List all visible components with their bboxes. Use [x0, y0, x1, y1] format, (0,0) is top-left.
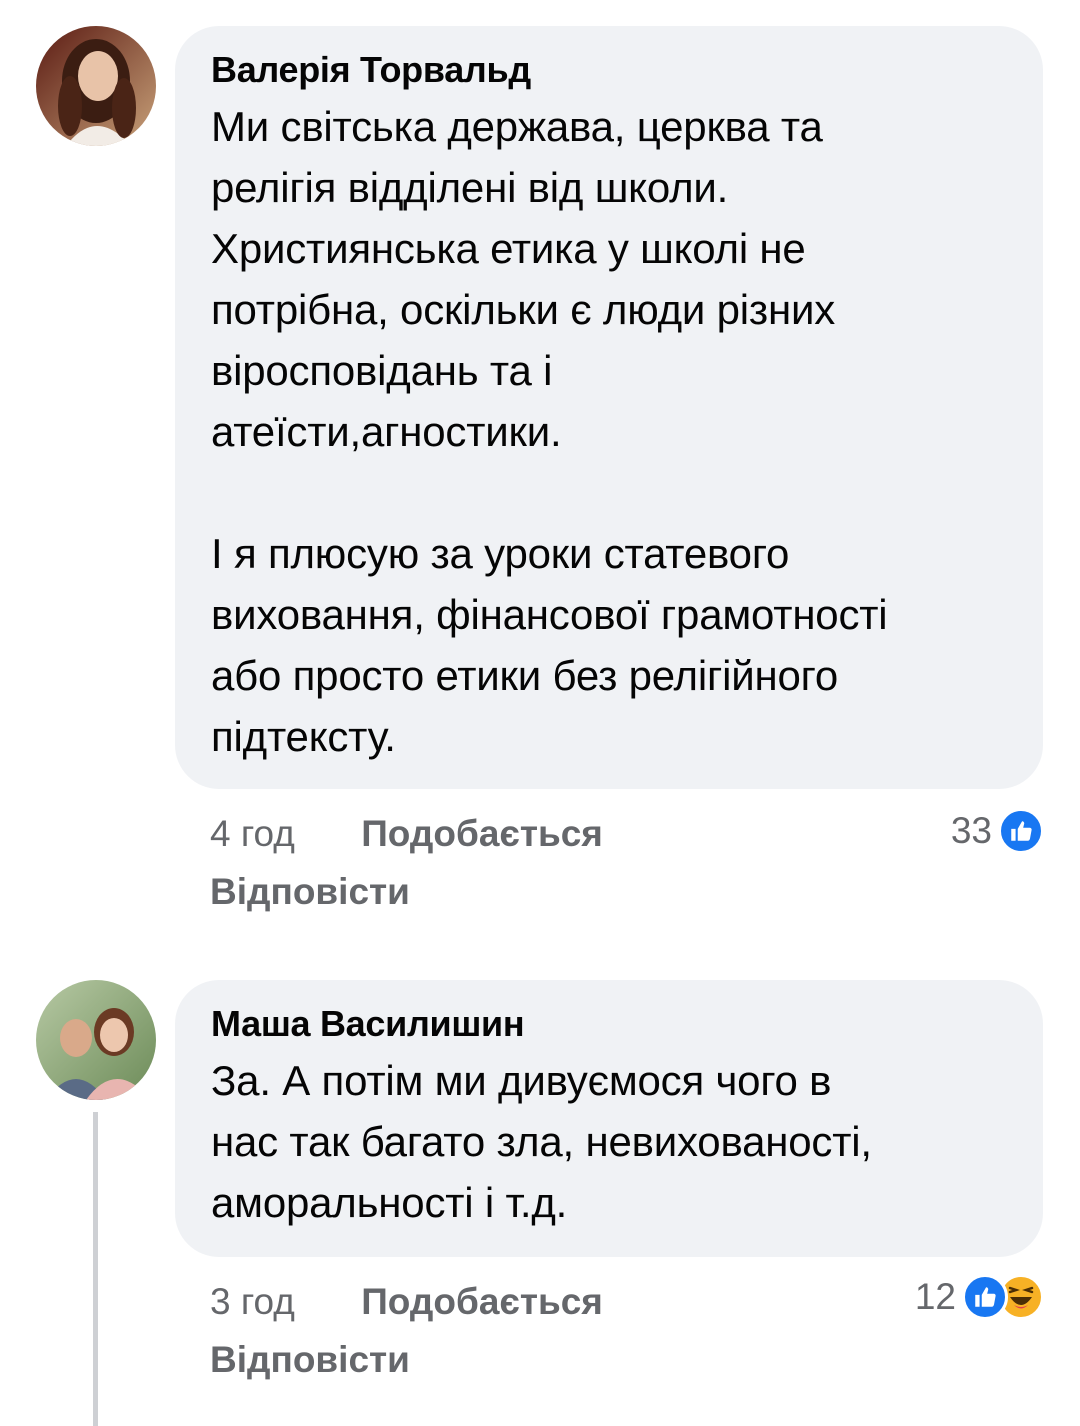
reply-thread-line [93, 1112, 98, 1426]
comment-timestamp[interactable]: 3 год [210, 1280, 295, 1324]
comment-actions: 4 год Подобається Відповісти [210, 812, 603, 914]
like-button[interactable]: Подобається [361, 1280, 603, 1324]
reaction-count: 12 [914, 1276, 956, 1317]
avatar[interactable] [36, 26, 156, 146]
comment-text: За. А потім ми дивуємося чого в нас так … [211, 1057, 872, 1226]
comment-text: Ми світська держава, церква та релігія в… [211, 103, 888, 760]
comment-actions: 3 год Подобається Відповісти [210, 1280, 603, 1382]
reaction-summary[interactable]: 33 [951, 806, 1044, 856]
like-button[interactable]: Подобається [361, 812, 603, 856]
comment-author[interactable]: Валерія Торвальд [211, 48, 1007, 92]
like-icon [998, 808, 1044, 854]
reply-button[interactable]: Відповісти [210, 870, 603, 914]
like-icon [962, 1274, 1008, 1320]
comment-bubble: Валерія Торвальд Ми світська держава, це… [175, 26, 1043, 789]
comment-author[interactable]: Маша Василишин [211, 1002, 1007, 1046]
comment-timestamp[interactable]: 4 год [210, 812, 295, 856]
reaction-count: 33 [950, 810, 992, 851]
avatar[interactable] [36, 980, 156, 1100]
reply-button[interactable]: Відповісти [210, 1338, 603, 1382]
reaction-summary[interactable]: 12 [915, 1272, 1044, 1322]
comment-bubble: Маша Василишин За. А потім ми дивуємося … [175, 980, 1043, 1257]
